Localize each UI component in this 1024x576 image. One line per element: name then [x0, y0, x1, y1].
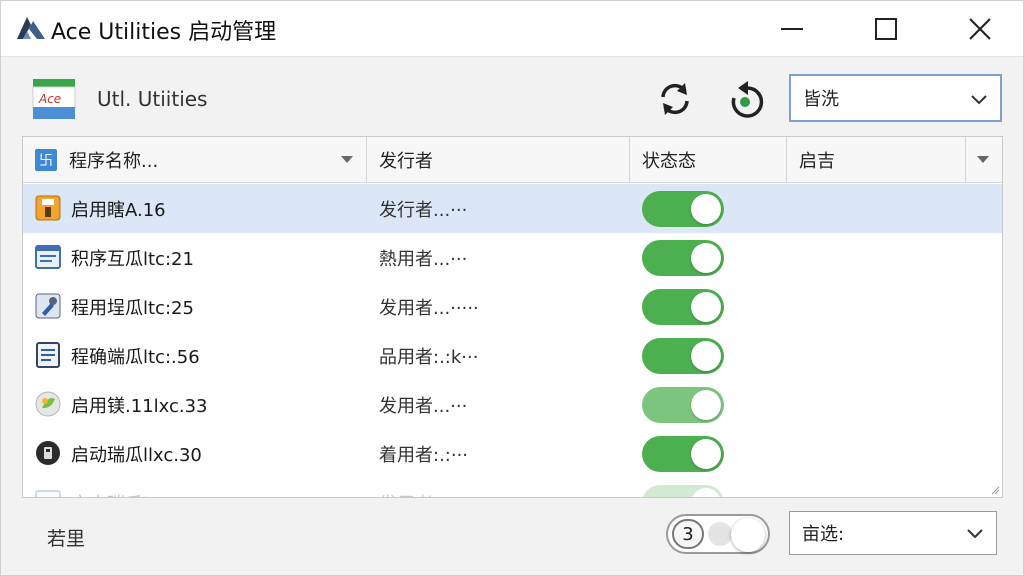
refresh-icon: [661, 83, 689, 115]
window-app-icon: [35, 245, 61, 269]
startup-table: 卐 程序名称... 发行者 状态态 启吉 启用瞎A.16 发行者...··· 积…: [22, 136, 1003, 498]
footer-label: 若里: [47, 528, 86, 550]
gear-app-icon: [36, 441, 60, 465]
program-name: 程确端瓜ltc:.56: [71, 346, 200, 368]
table-row[interactable]: 启用瞎A.16 发行者...···: [23, 184, 1002, 233]
status-toggle[interactable]: [642, 387, 724, 423]
table-row[interactable]: 启用镁.11lxc.33 发用者...···: [23, 380, 1002, 429]
bottom-dropdown[interactable]: 亩选:: [789, 511, 997, 555]
title-bar: Ace Utilities 启动管理: [1, 1, 1023, 57]
tool-app-icon: [35, 293, 61, 319]
header-title: Utl. Utiities: [97, 87, 208, 111]
document-app-icon: [36, 342, 60, 368]
program-name: 启用瞎A.16: [71, 199, 166, 221]
column-divider: [965, 137, 966, 183]
column-header-publisher[interactable]: 发行者: [367, 137, 630, 183]
maximize-icon: [875, 18, 897, 40]
sort-arrow-icon[interactable]: [341, 156, 353, 163]
publisher-name: 发用者...: [379, 478, 450, 498]
close-icon: [969, 18, 991, 40]
publisher-name: 发行者...···: [379, 199, 468, 221]
publisher-name: 发用者...·····: [379, 297, 479, 319]
minimize-button[interactable]: [747, 1, 837, 57]
ace-utilities-logo: Ace: [29, 77, 79, 123]
close-button[interactable]: [935, 1, 1024, 57]
column-header-status[interactable]: 状态态: [630, 137, 787, 183]
program-name: 程用埕瓜ltc:25: [71, 297, 194, 319]
toggle-knob: [731, 518, 765, 552]
table-header: 卐 程序名称... 发行者 状态态 启吉: [23, 137, 1002, 183]
publisher-name: 发用者...···: [379, 395, 468, 417]
app-window: Ace Utilities 启动管理 Ace Utl. Utiities 皆洗 …: [0, 0, 1024, 576]
ace-logo-icon: [17, 17, 45, 39]
chevron-down-icon: [971, 95, 987, 105]
filter-dropdown[interactable]: 皆洗: [789, 74, 1002, 122]
column-menu-arrow-icon[interactable]: [977, 156, 989, 163]
publisher-name: 着用者:.:···: [379, 444, 469, 466]
resize-grip-icon[interactable]: [990, 485, 1000, 495]
window-title: Ace Utilities 启动管理: [51, 20, 277, 45]
status-toggle[interactable]: [642, 240, 724, 276]
undo-button[interactable]: [723, 77, 767, 121]
bottom-dropdown-value: 亩选:: [802, 524, 845, 545]
program-name: 启中瑞瓜lte.30: [71, 478, 195, 498]
table-row[interactable]: 程确端瓜ltc:.56 品用者:.:k···: [23, 331, 1002, 380]
column-header-name[interactable]: 卐 程序名称...: [23, 137, 367, 183]
maximize-button[interactable]: [841, 1, 931, 57]
toggle-track: [708, 522, 732, 546]
program-column-icon: 卐: [35, 149, 57, 171]
filter-value: 皆洗: [803, 89, 839, 110]
status-toggle[interactable]: [642, 289, 724, 325]
program-name: 启动瑞瓜llxc.30: [71, 444, 202, 466]
archive-app-icon: [35, 195, 61, 221]
status-toggle[interactable]: [642, 485, 724, 497]
count-badge: 3: [672, 519, 704, 549]
status-toggle[interactable]: [642, 191, 724, 227]
publisher-name: 熱用者...···: [379, 248, 468, 270]
chevron-down-icon: [967, 529, 983, 539]
window-app-icon: [35, 490, 61, 497]
count-toggle[interactable]: 3: [666, 514, 770, 554]
program-name: 启用镁.11lxc.33: [71, 395, 208, 417]
leaf-app-icon: [35, 391, 61, 417]
refresh-button[interactable]: [653, 77, 697, 121]
svg-text:Ace: Ace: [38, 92, 61, 106]
minimize-icon: [781, 28, 803, 30]
table-row[interactable]: 程用埕瓜ltc:25 发用者...·····: [23, 282, 1002, 331]
table-row[interactable]: 启中瑞瓜lte.30 发用者...: [23, 478, 1002, 498]
program-name: 积序互瓜ltc:21: [71, 248, 194, 270]
undo-icon: [731, 81, 764, 118]
publisher-name: 品用者:.:k···: [379, 346, 479, 368]
table-row[interactable]: 积序互瓜ltc:21 熱用者...···: [23, 233, 1002, 282]
column-header-startup[interactable]: 启吉: [787, 137, 1002, 183]
status-toggle[interactable]: [642, 338, 724, 374]
table-row[interactable]: 启动瑞瓜llxc.30 着用者:.:···: [23, 429, 1002, 478]
status-toggle[interactable]: [642, 436, 724, 472]
